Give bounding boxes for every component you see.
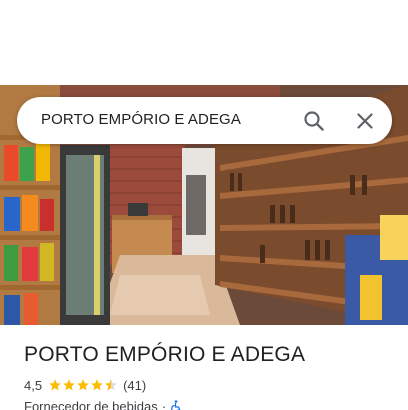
- search-bar[interactable]: PORTO EMPÓRIO E ADEGA: [17, 97, 392, 144]
- rating-row[interactable]: 4,5 (41): [24, 376, 146, 394]
- close-icon[interactable]: [353, 109, 377, 133]
- review-count[interactable]: (41): [123, 378, 146, 393]
- separator: ·: [161, 398, 167, 410]
- star-rating: [48, 378, 118, 392]
- star-icon: [91, 379, 103, 391]
- category-row: Fornecedor de bebidas ·: [24, 397, 182, 410]
- search-input[interactable]: PORTO EMPÓRIO E ADEGA: [41, 111, 241, 128]
- star-icon: [77, 379, 89, 391]
- rating-value: 4,5: [24, 377, 43, 393]
- place-category: Fornecedor de bebidas: [24, 398, 158, 410]
- place-title: PORTO EMPÓRIO E ADEGA: [24, 343, 306, 366]
- maps-place-view: PORTO EMPÓRIO E ADEGA PORTO EMPÓRIO E AD…: [0, 0, 408, 410]
- top-blank-area: [0, 0, 408, 85]
- star-icon: [63, 379, 75, 391]
- search-icon[interactable]: [302, 109, 326, 133]
- star-icon: [49, 379, 61, 391]
- wheelchair-icon: [170, 399, 182, 410]
- star-half-icon: [105, 379, 117, 391]
